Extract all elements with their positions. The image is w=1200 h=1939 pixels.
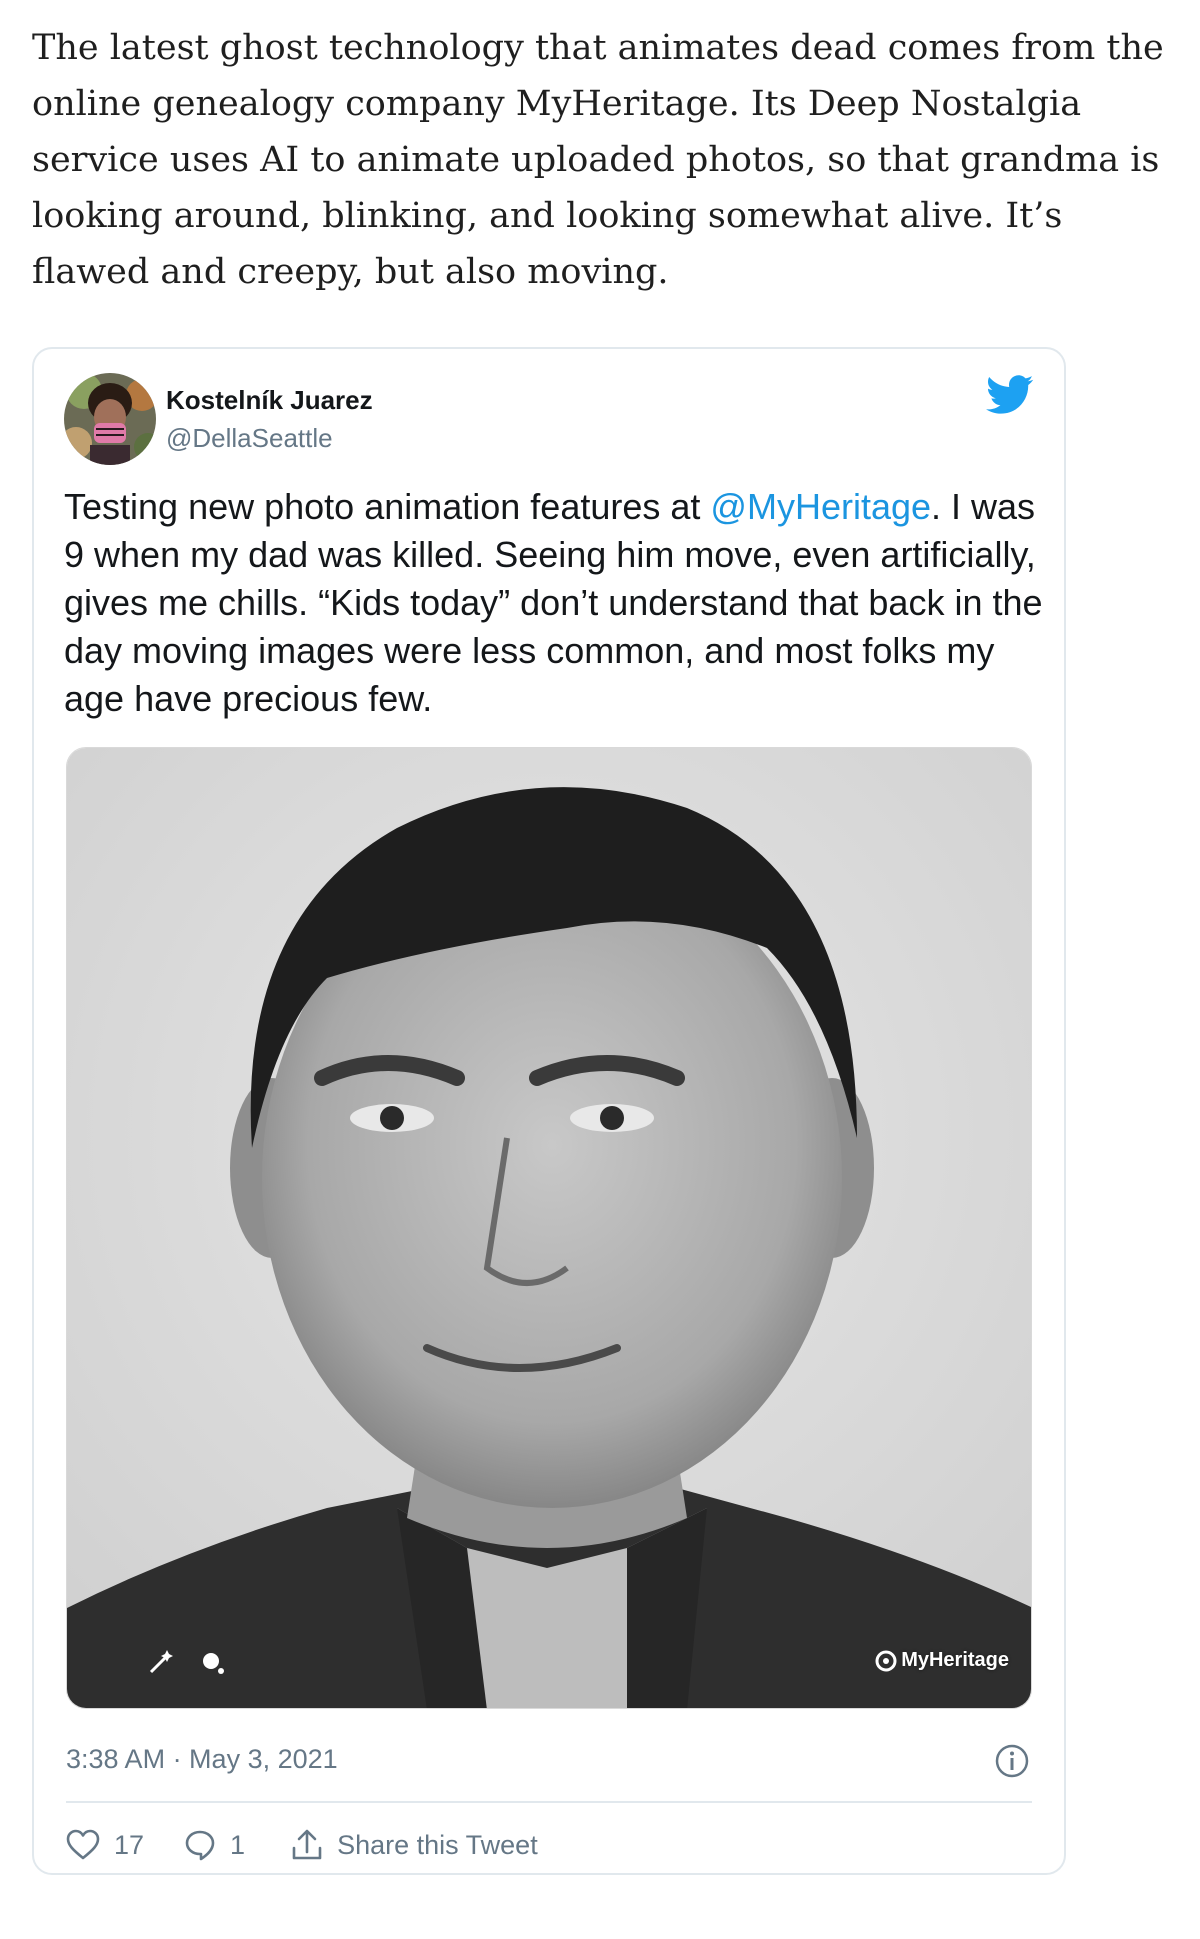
settings-dot-icon[interactable]	[199, 1649, 227, 1677]
magic-wand-icon[interactable]	[145, 1648, 175, 1678]
watermark-text: MyHeritage	[901, 1649, 1009, 1671]
share-tweet-button[interactable]: Share this Tweet	[291, 1828, 538, 1862]
tweet-actions: 17 1 Share this Tweet	[66, 1825, 538, 1865]
reply-count: 1	[230, 1829, 246, 1860]
avatar[interactable]	[64, 373, 156, 465]
twitter-bird-icon[interactable]	[986, 375, 1034, 415]
tweet-timestamp[interactable]: 3:38 AM · May 3, 2021	[66, 1744, 338, 1775]
speech-bubble-icon	[185, 1830, 215, 1861]
reply-button[interactable]: 1	[184, 1829, 245, 1861]
heart-icon	[66, 1829, 100, 1860]
share-label: Share this Tweet	[337, 1829, 538, 1860]
mention-link[interactable]: @MyHeritage	[710, 486, 931, 527]
author-handle[interactable]: @DellaSeattle	[166, 423, 333, 454]
author-name[interactable]: Kostelník Juarez	[166, 385, 373, 416]
like-button[interactable]: 17	[66, 1829, 144, 1861]
myheritage-logo-icon	[875, 1650, 897, 1671]
article-paragraph: The latest ghost technology that animate…	[32, 28, 1164, 292]
tweet-text-before: Testing new photo animation features at	[64, 486, 711, 527]
info-icon[interactable]	[994, 1743, 1030, 1779]
avatar-photo	[64, 373, 156, 465]
tweet-media[interactable]: MyHeritage	[66, 747, 1032, 1709]
embedded-tweet[interactable]: Kostelník Juarez @DellaSeattle Testing n…	[32, 347, 1066, 1875]
media-watermark: MyHeritage	[875, 1649, 1009, 1672]
animation-controls	[145, 1648, 227, 1678]
tweet-text: Testing new photo animation features at …	[64, 483, 1044, 723]
media-photo	[67, 748, 1031, 1708]
like-count: 17	[114, 1829, 145, 1860]
divider	[66, 1801, 1032, 1803]
share-upload-icon	[292, 1829, 322, 1860]
